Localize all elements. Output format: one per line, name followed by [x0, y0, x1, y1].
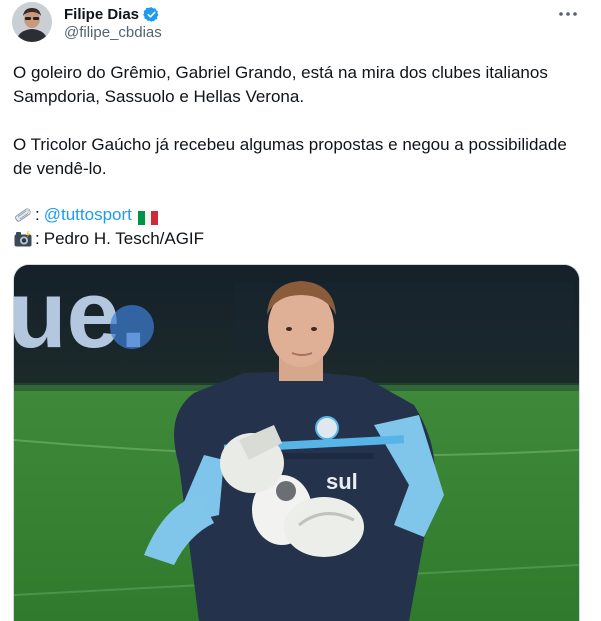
author-display-name[interactable]: Filipe Dias — [64, 6, 139, 23]
italy-flag-icon — [137, 208, 158, 225]
tweet-body: O goleiro do Grêmio, Gabriel Grando, est… — [13, 61, 588, 251]
tweet-paragraph: O Tricolor Gaúcho já recebeu algumas pro… — [13, 135, 567, 178]
tweet-media-photo[interactable]: ue. sul — [13, 264, 580, 621]
more-dots-icon — [559, 12, 577, 16]
tweet-paragraph: O goleiro do Grêmio, Gabriel Grando, est… — [13, 63, 548, 106]
credit-separator: : — [35, 229, 40, 248]
tweet-card: Filipe Dias @filipe_cbdias O goleiro do … — [0, 0, 601, 621]
credit-line-source: : @tuttosport — [13, 203, 588, 227]
camera-flash-icon — [13, 229, 33, 249]
jersey-sponsor-text: sul — [326, 469, 358, 494]
newspaper-roll-icon — [13, 205, 33, 225]
photo-credit-text: Pedro H. Tesch/AGIF — [43, 229, 205, 248]
credit-separator: : — [35, 205, 40, 224]
tweet-credits: : @tuttosport: Pedro H. Tesch/AGIF — [13, 203, 588, 251]
author-name-row: Filipe Dias — [64, 4, 160, 24]
more-options-button[interactable] — [555, 4, 581, 24]
verified-badge-icon — [143, 6, 160, 23]
author-handle[interactable]: @filipe_cbdias — [64, 24, 162, 41]
credit-line-photo: : Pedro H. Tesch/AGIF — [13, 227, 588, 251]
author-avatar[interactable] — [12, 2, 52, 42]
tuttosport-mention-link[interactable]: @tuttosport — [44, 203, 132, 227]
